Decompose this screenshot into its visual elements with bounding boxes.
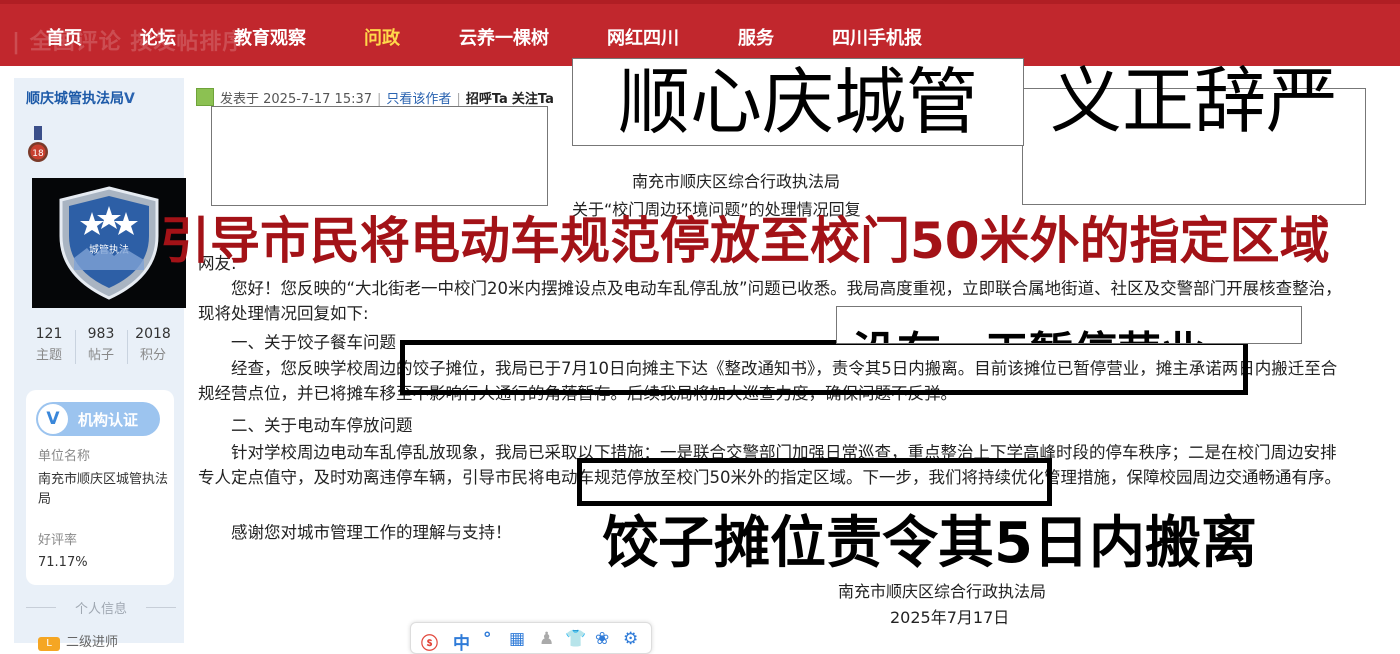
verified-v-icon: V: [38, 404, 68, 434]
stat-threads[interactable]: 121 主题: [24, 326, 74, 363]
overlay-ghost-caption-box: 没有一天暂停营业: [836, 306, 1302, 344]
dots-icon[interactable]: °: [483, 629, 492, 649]
stat-posts-label: 帖子: [87, 348, 114, 363]
section-heading: 二、关于电动车停放问题: [198, 416, 413, 435]
overlay-ghost-caption: 没有一天暂停营业: [853, 317, 1205, 343]
svg-text:18: 18: [32, 149, 44, 159]
stat-points-label: 积分: [139, 348, 166, 363]
highlight-box: [400, 340, 1248, 395]
blank-box: [211, 106, 548, 206]
overlay-red-caption: 引导市民将电动车规范停放至校门50米外的指定区域: [160, 212, 1330, 270]
stat-threads-value: 121: [35, 326, 63, 342]
overlay-black-caption: 饺子摊位责令其5日内搬离: [602, 511, 1257, 576]
ime-toolbar: ⓢ 中 ° ▦ ♟ 👕 ❀ ⚙: [410, 622, 652, 654]
nav-item-home[interactable]: 首页: [46, 24, 82, 50]
unit-label: 单位名称: [38, 449, 91, 464]
author-name-link[interactable]: 顺庆城管执法局V: [26, 88, 135, 108]
author-stats: 121 主题 983 帖子 2018 积分: [24, 326, 179, 368]
follow-link[interactable]: 关注Ta: [512, 92, 554, 107]
rating-label: 好评率: [38, 533, 78, 548]
stat-posts-value: 983: [87, 326, 115, 342]
nav-item-sichuan[interactable]: 网红四川: [607, 24, 679, 50]
level-badge: L: [38, 637, 60, 651]
spiral-icon[interactable]: ❀: [595, 629, 609, 649]
rating-value: 71.17%: [38, 555, 88, 570]
overlay-title-left: 顺心庆城管: [572, 58, 1024, 146]
verified-icon: V: [124, 91, 135, 107]
sign-org: 南充市顺庆区综合行政执法局: [838, 582, 1047, 601]
nav-item-education[interactable]: 教育观察: [234, 24, 306, 50]
stat-threads-label: 主题: [35, 348, 62, 363]
gear-icon[interactable]: ⚙: [623, 629, 638, 649]
keyboard-icon[interactable]: ▦: [509, 629, 525, 649]
level-row: L 二级进师: [38, 631, 118, 651]
highlight-box: [577, 458, 1052, 506]
author-sidebar: 顺庆城管执法局V 18 城管执法 121 主题 983 帖子 2018 积分 V…: [14, 78, 186, 651]
user-icon[interactable]: ♟: [539, 629, 554, 649]
doc-org-header: 南充市顺庆区综合行政执法局: [632, 172, 841, 191]
stat-points[interactable]: 2018 积分: [128, 326, 178, 363]
nav-item-service[interactable]: 服务: [738, 24, 774, 50]
shirt-icon[interactable]: 👕: [565, 629, 586, 649]
online-status-icon: [196, 88, 214, 106]
post-meta: 发表于 2025-7-17 15:37 | 只看该作者 | 招呼Ta 关注Ta: [196, 88, 554, 107]
nav-item-tree[interactable]: 云养一棵树: [459, 24, 549, 50]
greet-link[interactable]: 招呼Ta: [466, 92, 508, 107]
certification-card: V 机构认证 单位名称 南充市顺庆区城管执法局 好评率 71.17%: [26, 390, 174, 585]
post-date: 发表于 2025-7-17 15:37: [220, 92, 373, 107]
personal-info-header: 个人信息: [26, 598, 176, 617]
nav-item-wenzheng[interactable]: 问政: [364, 24, 400, 50]
nav-item-mobile-news[interactable]: 四川手机报: [832, 24, 922, 50]
author-name: 顺庆城管执法局: [26, 91, 124, 107]
overlay-title-right: 义正辞严: [1049, 59, 1338, 143]
unit-value: 南充市顺庆区城管执法局: [38, 472, 169, 507]
institution-cert-button[interactable]: V 机构认证: [36, 402, 160, 436]
app-icon[interactable]: ⓢ: [421, 629, 438, 654]
medal-icon: 18: [28, 126, 48, 162]
stat-posts[interactable]: 983 帖子: [76, 326, 126, 363]
sign-date: 2025年7月17日: [890, 608, 1010, 627]
language-icon[interactable]: 中: [453, 629, 470, 654]
nav-item-forum[interactable]: 论坛: [140, 24, 176, 50]
cert-button-label: 机构认证: [78, 411, 139, 429]
top-nav-bar: | 全国评论 按发帖排序 首页 论坛 教育观察 问政 云养一棵树 网红四川 服务…: [0, 0, 1400, 66]
stat-points-value: 2018: [135, 326, 171, 342]
only-author-link[interactable]: 只看该作者: [386, 92, 451, 107]
